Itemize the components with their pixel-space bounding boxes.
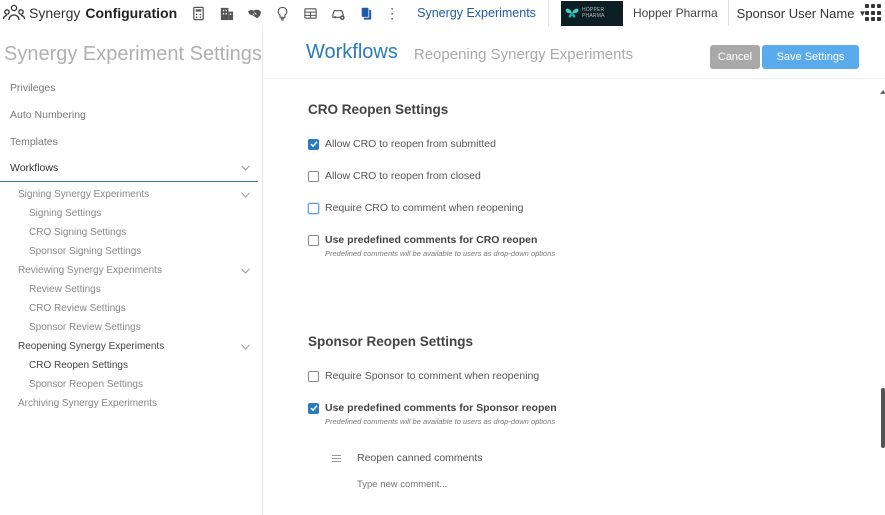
sidebar-item-auto-numbering[interactable]: Auto Numbering [0, 101, 262, 128]
sidebar-item-sponsor-signing-settings[interactable]: Sponsor Signing Settings [0, 242, 258, 261]
chevron-down-icon [241, 191, 250, 198]
checkbox-checked[interactable] [308, 402, 319, 414]
app-grid-icon[interactable] [865, 4, 883, 22]
cro-predefined-comments-option[interactable]: Use predefined comments for CRO reopen [308, 234, 537, 246]
checkbox[interactable] [308, 234, 319, 246]
settings-sidebar: Synergy Experiment Settings Privileges A… [0, 26, 263, 515]
table-icon[interactable] [299, 2, 321, 24]
copy-icon[interactable] [355, 2, 377, 24]
chevron-down-icon [241, 343, 250, 350]
sidebar-item-privileges[interactable]: Privileges [0, 74, 262, 101]
option-label: Use predefined comments for Sponsor reop… [325, 402, 557, 414]
sidebar-title: Synergy Experiment Settings [4, 43, 262, 65]
checkbox[interactable] [308, 202, 319, 214]
scrollbar-thumb[interactable] [881, 388, 885, 448]
top-bar: Synergy Configuration ⋮ Synergy Experime… [0, 0, 885, 26]
cro-reopen-submitted-option[interactable]: Allow CRO to reopen from submitted [308, 138, 496, 150]
checkbox[interactable] [308, 370, 319, 382]
cancel-button[interactable]: Cancel [710, 45, 760, 69]
chevron-down-icon [241, 165, 250, 171]
sidebar-item-review-settings[interactable]: Review Settings [0, 280, 258, 299]
sponsor-require-comment-option[interactable]: Require Sponsor to comment when reopenin… [308, 370, 539, 382]
checkbox[interactable] [308, 170, 319, 182]
lightbulb-icon[interactable] [271, 2, 293, 24]
option-label: Require Sponsor to comment when reopenin… [325, 370, 540, 382]
new-comment-input[interactable] [357, 479, 557, 490]
sidebar-group-signing[interactable]: Signing Synergy Experiments [0, 185, 258, 204]
sponsor-reopen-settings-title: Sponsor Reopen Settings [308, 334, 474, 349]
butterfly-logo-icon [565, 8, 579, 18]
sidebar-group-label: Reviewing Synergy Experiments [18, 265, 162, 276]
option-label: Allow CRO to reopen from submitted [325, 138, 496, 150]
scrollbar[interactable] [878, 89, 885, 515]
sidebar-item-label: Workflows [10, 162, 59, 174]
sidebar-item-sponsor-review-settings[interactable]: Sponsor Review Settings [0, 318, 258, 337]
page-header: Workflows Reopening Synergy Experiments … [264, 26, 885, 79]
option-label: Allow CRO to reopen from closed [325, 170, 481, 182]
check-icon [309, 141, 318, 148]
sidebar-item-templates[interactable]: Templates [0, 128, 262, 155]
chevron-down-icon [241, 267, 250, 274]
sidebar-item-cro-review-settings[interactable]: CRO Review Settings [0, 299, 258, 318]
check-icon [309, 405, 318, 412]
cro-reopen-closed-option[interactable]: Allow CRO to reopen from closed [308, 170, 481, 182]
scroll-up-arrow-icon[interactable] [880, 90, 885, 94]
cro-predefined-comments-hint: Predefined comments will be available to… [325, 249, 556, 258]
page-subtitle: Reopening Synergy Experiments [413, 45, 634, 63]
save-settings-button[interactable]: Save Settings [762, 45, 859, 69]
breadcrumb-link[interactable]: Synergy Experiments [405, 0, 549, 26]
sidebar-group-reviewing[interactable]: Reviewing Synergy Experiments [0, 261, 258, 280]
canned-comment-row[interactable]: Reopen canned comments [332, 452, 483, 464]
cro-require-comment-option[interactable]: Require CRO to comment when reopening [308, 202, 523, 214]
option-label: Require CRO to comment when reopening [325, 202, 524, 214]
sidebar-group-reopening[interactable]: Reopening Synergy Experiments [0, 337, 258, 356]
sidebar-group-label: Reopening Synergy Experiments [18, 341, 165, 352]
calculator-icon[interactable] [187, 2, 209, 24]
handshake-icon[interactable] [243, 2, 265, 24]
user-name: Sponsor User Name [736, 5, 855, 21]
more-vertical-icon[interactable]: ⋮ [385, 5, 399, 22]
canned-comment-text: Reopen canned comments [357, 452, 483, 464]
company-name: Hopper Pharma [623, 0, 729, 26]
app-section: Configuration [85, 5, 178, 21]
building-icon[interactable] [215, 2, 237, 24]
cro-reopen-settings-title: CRO Reopen Settings [308, 102, 449, 117]
users-network-icon [3, 4, 25, 21]
sponsor-predefined-comments-option[interactable]: Use predefined comments for Sponsor reop… [308, 402, 557, 414]
main-content: Workflows Reopening Synergy Experiments … [264, 26, 885, 515]
company-logo: HOPPER PHARMA [560, 0, 623, 26]
sidebar-item-workflows[interactable]: Workflows [0, 155, 258, 182]
option-label: Use predefined comments for CRO reopen [325, 234, 538, 246]
sidebar-item-sponsor-reopen-settings[interactable]: Sponsor Reopen Settings [0, 375, 258, 394]
toolbar: ⋮ [187, 2, 405, 24]
app-brand[interactable]: Synergy Configuration [0, 0, 177, 26]
sidebar-group-label: Signing Synergy Experiments [18, 189, 150, 200]
drag-handle-icon[interactable] [332, 454, 341, 462]
sponsor-predefined-comments-hint: Predefined comments will be available to… [325, 417, 556, 426]
page-title: Workflows [306, 40, 398, 63]
sidebar-group-archiving[interactable]: Archiving Synergy Experiments [0, 394, 258, 413]
app-name: Synergy [29, 5, 81, 21]
sidebar-item-cro-signing-settings[interactable]: CRO Signing Settings [0, 223, 258, 242]
logo-text: HOPPER PHARMA [582, 7, 605, 19]
checkbox-checked[interactable] [308, 138, 319, 150]
car-settings-icon[interactable] [327, 2, 349, 24]
user-menu[interactable]: Sponsor User Name ▼ [729, 0, 875, 26]
sidebar-item-cro-reopen-settings[interactable]: CRO Reopen Settings [0, 356, 258, 375]
sidebar-item-signing-settings[interactable]: Signing Settings [0, 204, 258, 223]
